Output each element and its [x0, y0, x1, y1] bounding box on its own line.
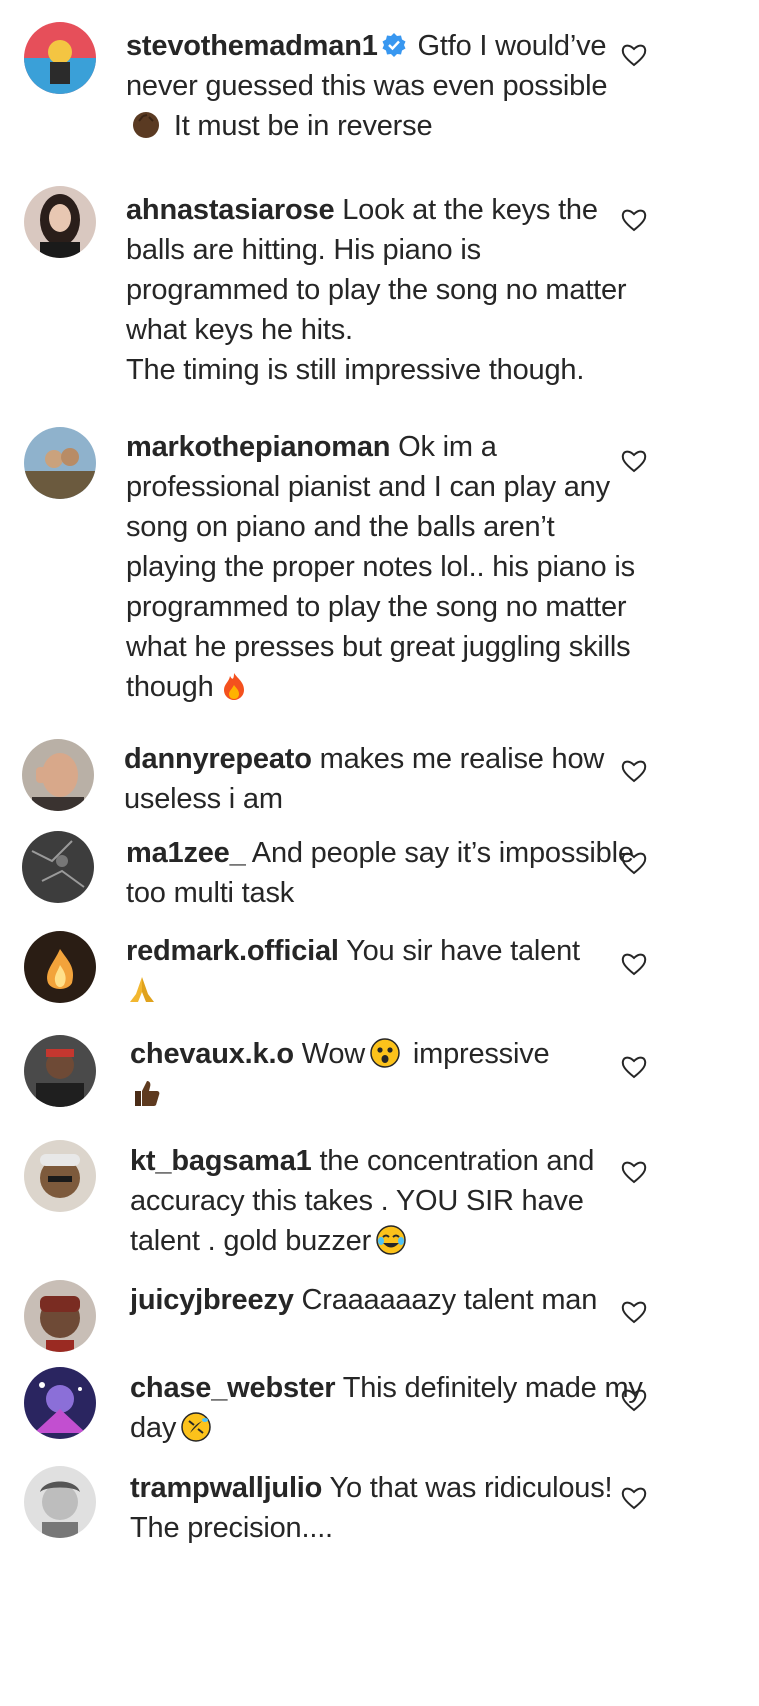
username[interactable]: ahnastasiarose: [126, 194, 335, 226]
comment-body: Wow: [301, 1038, 366, 1070]
clapping-hands-emoji: [133, 112, 159, 138]
comment-text: ahnastasiarose Look at the keys the ball…: [126, 190, 646, 390]
like-heart-icon[interactable]: [620, 206, 648, 234]
fire-emoji: [223, 673, 244, 700]
avatar[interactable]: [24, 1140, 96, 1212]
username[interactable]: redmark.official: [126, 935, 339, 967]
comment-body: Ok im a professional pianist and I can p…: [126, 431, 643, 703]
comment-text: dannyrepeato makes me realise how useles…: [124, 739, 644, 819]
avatar[interactable]: [24, 1035, 96, 1107]
astonished-face-emoji: [370, 1038, 400, 1068]
avatar[interactable]: [24, 1280, 96, 1352]
comment-body: Craaaaaazy talent man: [301, 1284, 598, 1316]
like-heart-icon[interactable]: [620, 41, 648, 69]
avatar[interactable]: [24, 1367, 96, 1439]
username[interactable]: stevothemadman1: [126, 30, 378, 62]
comment-text: markothepianoman Ok im a professional pi…: [126, 427, 646, 707]
avatar[interactable]: [24, 427, 96, 499]
like-heart-icon[interactable]: [620, 1158, 648, 1186]
username[interactable]: kt_bagsama1: [130, 1145, 312, 1177]
username[interactable]: ma1zee_: [126, 837, 246, 869]
like-heart-icon[interactable]: [620, 950, 648, 978]
comment-body-continued: impressive: [405, 1038, 550, 1070]
username[interactable]: chevaux.k.o: [130, 1038, 294, 1070]
like-heart-icon[interactable]: [620, 757, 648, 785]
comment-text: chevaux.k.o Wow impressive: [130, 1034, 650, 1114]
comment-text: chase_webster This definitely made my da…: [130, 1368, 650, 1448]
username[interactable]: juicyjbreezy: [130, 1284, 294, 1316]
comment-body: You sir have talent: [346, 935, 580, 967]
avatar[interactable]: [24, 931, 96, 1003]
comment-text: ma1zee_ And people say it’s impossible t…: [126, 833, 646, 913]
avatar[interactable]: [24, 22, 96, 94]
comment-text: kt_bagsama1 the concentration and accura…: [130, 1141, 650, 1261]
like-heart-icon[interactable]: [620, 1386, 648, 1414]
avatar[interactable]: [24, 1466, 96, 1538]
tears-of-joy-emoji: [376, 1225, 406, 1255]
verified-badge-icon: [382, 33, 406, 57]
thumbs-up-emoji: [135, 1081, 160, 1106]
username[interactable]: trampwalljulio: [130, 1472, 322, 1504]
like-heart-icon[interactable]: [620, 1298, 648, 1326]
comment-text: stevothemadman1 Gtfo I would’ve never gu…: [126, 26, 646, 146]
comment-text: trampwalljulio Yo that was ridiculous! T…: [130, 1468, 650, 1548]
comment-text: juicyjbreezy Craaaaaazy talent man: [130, 1280, 650, 1320]
username[interactable]: dannyrepeato: [124, 743, 312, 775]
avatar[interactable]: [22, 831, 94, 903]
avatar[interactable]: [24, 186, 96, 258]
folded-hands-emoji: [130, 977, 154, 1002]
username[interactable]: chase_webster: [130, 1372, 336, 1404]
rolling-laughing-emoji: [181, 1412, 211, 1442]
like-heart-icon[interactable]: [620, 1053, 648, 1081]
avatar[interactable]: [22, 739, 94, 811]
like-heart-icon[interactable]: [620, 1484, 648, 1512]
comment-text: redmark.official You sir have talent: [126, 931, 646, 1011]
like-heart-icon[interactable]: [620, 849, 648, 877]
username[interactable]: markothepianoman: [126, 431, 391, 463]
like-heart-icon[interactable]: [620, 447, 648, 475]
comment-body-continued: It must be in reverse: [166, 110, 433, 142]
